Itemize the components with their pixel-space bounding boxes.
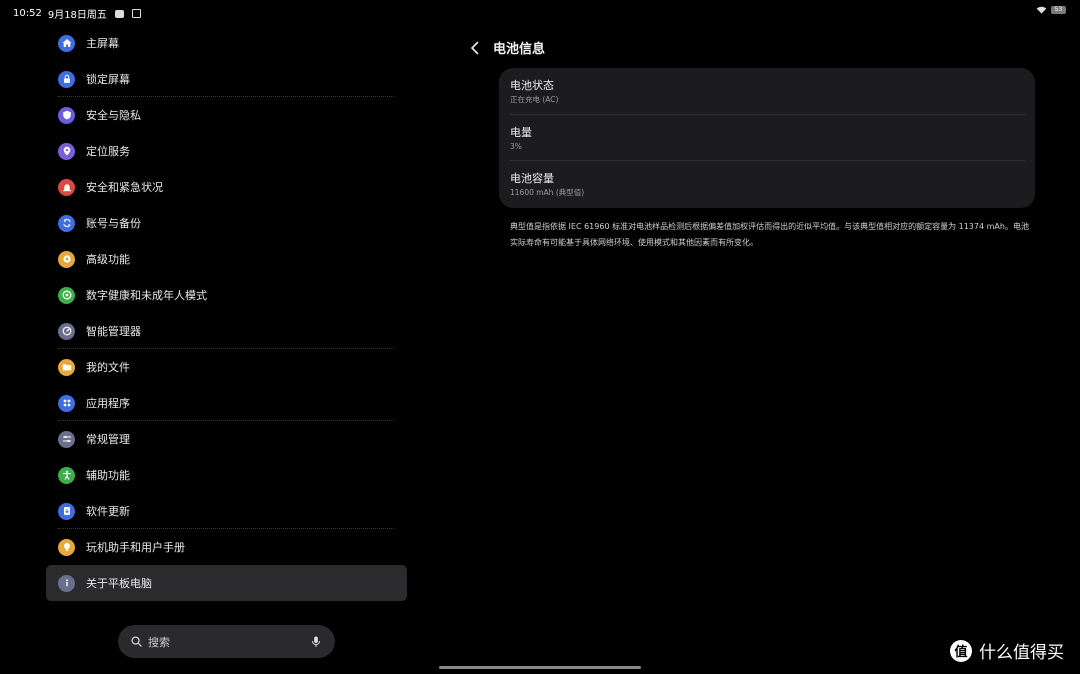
sidebar-item-lock[interactable]: 锁定屏幕 bbox=[46, 61, 407, 97]
sidebar-item-label: 我的文件 bbox=[86, 361, 130, 374]
sidebar-item-label: 安全与隐私 bbox=[86, 109, 141, 122]
alarm-icon bbox=[58, 178, 75, 196]
sidebar-item-label: 数字健康和未成年人模式 bbox=[86, 289, 207, 302]
battery-status-value: 正在充电 (AC) bbox=[510, 95, 559, 104]
sidebar-item-label: 主屏幕 bbox=[86, 37, 119, 50]
sync-icon bbox=[58, 214, 75, 232]
sidebar-item-sliders[interactable]: 常规管理 bbox=[46, 421, 407, 457]
sidebar-item-label: 智能管理器 bbox=[86, 325, 141, 338]
notification-icon bbox=[114, 9, 124, 18]
shield-icon bbox=[58, 106, 75, 124]
accessibility-icon bbox=[58, 466, 75, 484]
status-right: 53 bbox=[1036, 6, 1066, 14]
sidebar-item-gauge[interactable]: 智能管理器 bbox=[46, 313, 407, 349]
info-icon bbox=[58, 574, 75, 592]
sidebar-item-label: 安全和紧急状况 bbox=[86, 181, 163, 194]
sidebar-item-label: 高级功能 bbox=[86, 253, 130, 266]
search-icon bbox=[131, 636, 142, 647]
update-icon bbox=[58, 502, 75, 520]
sidebar-item-label: 应用程序 bbox=[86, 397, 130, 410]
apps-grid-icon bbox=[58, 394, 75, 412]
sidebar-item-label: 锁定屏幕 bbox=[86, 73, 130, 86]
watermark: 值 什么值得买 bbox=[950, 638, 1064, 663]
sidebar-item-shield[interactable]: 安全与隐私 bbox=[46, 97, 407, 133]
sidebar-item-wellbeing[interactable]: 数字健康和未成年人模式 bbox=[46, 277, 407, 313]
gauge-icon bbox=[58, 322, 75, 340]
lightbulb-icon bbox=[58, 538, 75, 556]
microphone-icon[interactable] bbox=[311, 635, 321, 648]
home-icon bbox=[58, 34, 75, 52]
battery-info-card: 电池状态 正在充电 (AC) 电量 3% 电池容量 11600 mAh (典型值… bbox=[499, 68, 1035, 208]
battery-capacity-value: 11600 mAh (典型值) bbox=[510, 188, 585, 198]
battery-status-row[interactable]: 电池状态 正在充电 (AC) bbox=[499, 68, 1035, 115]
sidebar-item-home[interactable]: 主屏幕 bbox=[46, 25, 407, 61]
page-title: 电池信息 bbox=[493, 42, 546, 57]
sidebar-item-gear-star[interactable]: 高级功能 bbox=[46, 241, 407, 277]
location-pin-icon bbox=[58, 142, 75, 160]
sidebar-item-alarm[interactable]: 安全和紧急状况 bbox=[46, 169, 407, 205]
screenshot-icon bbox=[131, 9, 141, 18]
sliders-icon bbox=[58, 430, 75, 448]
sidebar-item-label: 软件更新 bbox=[86, 505, 130, 518]
sidebar-item-sync[interactable]: 账号与备份 bbox=[46, 205, 407, 241]
battery-capacity-row[interactable]: 电池容量 11600 mAh (典型值) bbox=[499, 161, 1035, 208]
detail-header: 电池信息 bbox=[470, 38, 545, 57]
sidebar-item-label: 账号与备份 bbox=[86, 217, 141, 230]
sidebar-item-label: 常规管理 bbox=[86, 433, 130, 446]
search-bar[interactable]: 搜索 bbox=[118, 625, 335, 658]
sidebar-item-apps-grid[interactable]: 应用程序 bbox=[46, 385, 407, 421]
battery-level-row[interactable]: 电量 3% bbox=[499, 115, 1035, 162]
sidebar-item-label: 玩机助手和用户手册 bbox=[86, 541, 185, 554]
gear-star-icon bbox=[58, 250, 75, 268]
sidebar-item-accessibility[interactable]: 辅助功能 bbox=[46, 457, 407, 493]
watermark-text: 什么值得买 bbox=[979, 643, 1064, 663]
sidebar-item-info[interactable]: 关于平板电脑 bbox=[46, 565, 407, 601]
battery-status-title: 电池状态 bbox=[510, 79, 554, 92]
sidebar-item-folder[interactable]: 我的文件 bbox=[46, 349, 407, 385]
sidebar-item-label: 定位服务 bbox=[86, 145, 130, 158]
sidebar-item-lightbulb[interactable]: 玩机助手和用户手册 bbox=[46, 529, 407, 565]
settings-sidebar: 主屏幕锁定屏幕安全与隐私定位服务安全和紧急状况 账号与备份高级功能数字健康和未成年… bbox=[46, 25, 407, 601]
folder-icon bbox=[58, 358, 75, 376]
status-left: 10:52 9月18日周五 bbox=[13, 6, 141, 21]
lock-icon bbox=[58, 70, 75, 88]
search-placeholder: 搜索 bbox=[148, 635, 170, 649]
sidebar-item-label: 关于平板电脑 bbox=[86, 577, 152, 590]
battery-level-title: 电量 bbox=[510, 125, 532, 139]
status-bar: 10:52 9月18日周五 53 bbox=[0, 0, 1080, 24]
watermark-logo: 值 bbox=[950, 639, 972, 662]
wellbeing-icon bbox=[58, 286, 75, 304]
home-indicator[interactable] bbox=[439, 666, 641, 669]
back-arrow-icon[interactable] bbox=[470, 41, 480, 55]
date: 9月18日周五 bbox=[47, 10, 107, 21]
wifi-icon bbox=[1036, 6, 1047, 14]
sidebar-item-update[interactable]: 软件更新 bbox=[46, 493, 407, 529]
sidebar-item-label: 辅助功能 bbox=[86, 469, 130, 482]
sidebar-item-location-pin[interactable]: 定位服务 bbox=[46, 133, 407, 169]
capacity-note: 典型值是指依据 IEC 61960 标准对电池样品检测后根据偏差值加权评估而得出… bbox=[510, 222, 1029, 247]
battery-icon: 53 bbox=[1051, 6, 1066, 14]
battery-capacity-title: 电池容量 bbox=[510, 172, 554, 186]
clock: 10:52 bbox=[13, 8, 42, 19]
battery-level-value: 3% bbox=[510, 141, 522, 151]
